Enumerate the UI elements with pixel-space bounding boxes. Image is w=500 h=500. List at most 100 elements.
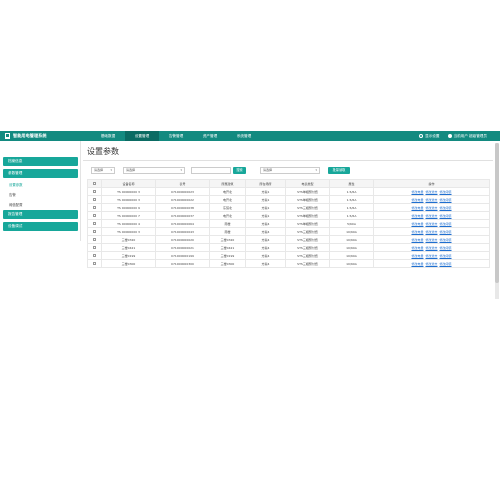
table-cell: 071000000038: [155, 203, 210, 212]
table-cell: STS三相预付费: [285, 251, 330, 260]
edit-threshold-link[interactable]: 修改阈值: [440, 206, 452, 210]
edit-energy-link[interactable]: 修改电量: [411, 198, 423, 202]
table-cell: STS单相预付费: [285, 195, 330, 204]
nav-item-alarms[interactable]: 告警管理: [159, 131, 193, 141]
scrollbar-thumb[interactable]: [495, 143, 499, 283]
edit-overdraft-link[interactable]: 修改透支: [425, 190, 437, 194]
sidebar-item-device-debug[interactable]: 设备调试: [3, 222, 78, 231]
row-select-cell[interactable]: [87, 227, 102, 236]
edit-threshold-link[interactable]: 修改阈值: [440, 222, 452, 226]
filter-select-3[interactable]: 请选择 ▾: [260, 167, 320, 174]
table-cell: 071000000300: [155, 259, 210, 268]
edit-overdraft-link[interactable]: 修改透支: [425, 198, 437, 202]
sidebar-item-reports[interactable]: 报告管理: [3, 210, 78, 219]
edit-threshold-link[interactable]: 修改阈值: [440, 246, 452, 250]
edit-threshold-link[interactable]: 修改阈值: [440, 198, 452, 202]
search-input[interactable]: [191, 167, 231, 174]
sidebar-subitem-threshold[interactable]: 阈值配置: [9, 202, 23, 207]
sidebar-item-archives[interactable]: 档案信息: [3, 157, 78, 166]
row-select-cell[interactable]: [87, 203, 102, 212]
edit-energy-link[interactable]: 修改电量: [411, 190, 423, 194]
filter-select-1[interactable]: 请选择 ▾: [91, 167, 115, 174]
edit-energy-link[interactable]: 修改电量: [411, 254, 423, 258]
edit-energy-link[interactable]: 修改电量: [411, 238, 423, 242]
table-cell: STS三相预付费: [285, 259, 330, 268]
nav-item-system[interactable]: 系统管理: [227, 131, 261, 141]
row-actions: 修改电量 修改透支 修改阈值: [373, 251, 490, 260]
column-header: 表号: [155, 179, 210, 188]
edit-threshold-link[interactable]: 修改阈值: [440, 190, 452, 194]
edit-overdraft-link[interactable]: 修改透支: [425, 214, 437, 218]
scrollbar[interactable]: [495, 143, 499, 299]
table-cell: 电开北: [209, 211, 246, 220]
table-cell: 方案1: [245, 203, 286, 212]
display-settings-label: 显示设置: [425, 133, 440, 138]
select-all-cell[interactable]: [87, 179, 102, 188]
row-select-cell[interactable]: [87, 211, 102, 220]
table-cell: 071000000022: [155, 195, 210, 204]
row-checkbox[interactable]: [93, 254, 96, 257]
table-cell: 10/60A: [329, 251, 374, 260]
edit-threshold-link[interactable]: 修改阈值: [440, 238, 452, 242]
edit-overdraft-link[interactable]: 修改透支: [425, 254, 437, 258]
edit-energy-link[interactable]: 修改电量: [411, 206, 423, 210]
page-title: 设置参数: [87, 147, 119, 156]
edit-energy-link[interactable]: 修改电量: [411, 214, 423, 218]
edit-threshold-link[interactable]: 修改阈值: [440, 214, 452, 218]
column-header: 属性: [329, 179, 374, 188]
row-select-cell[interactable]: [87, 251, 102, 260]
table-cell: STS单相预付费: [285, 187, 330, 196]
user-menu[interactable]: 当前用户 超级管理员: [447, 134, 487, 139]
table-cell: STS三相预付费: [285, 227, 330, 236]
row-checkbox[interactable]: [93, 238, 96, 241]
table-cell: STS三相预付费: [285, 243, 330, 252]
row-checkbox[interactable]: [93, 190, 96, 193]
row-checkbox[interactable]: [93, 206, 96, 209]
edit-energy-link[interactable]: 修改电量: [411, 262, 423, 266]
row-select-cell[interactable]: [87, 243, 102, 252]
sidebar-item-parameters[interactable]: 参数管理: [3, 169, 78, 178]
edit-overdraft-link[interactable]: 修改透支: [425, 222, 437, 226]
edit-overdraft-link[interactable]: 修改透支: [425, 262, 437, 266]
row-select-cell[interactable]: [87, 235, 102, 244]
row-select-cell[interactable]: [87, 259, 102, 268]
table-cell: 电开北: [209, 187, 246, 196]
edit-threshold-link[interactable]: 修改阈值: [440, 254, 452, 258]
row-checkbox[interactable]: [93, 222, 96, 225]
select-all-checkbox[interactable]: [93, 182, 96, 185]
table-cell: 三楼0320: [101, 235, 156, 244]
row-select-cell[interactable]: [87, 187, 102, 196]
row-select-cell[interactable]: [87, 195, 102, 204]
row-checkbox[interactable]: [93, 214, 96, 217]
edit-overdraft-link[interactable]: 修改透支: [425, 246, 437, 250]
search-button[interactable]: 搜索: [233, 167, 246, 174]
batch-read-button[interactable]: 批量读取: [328, 167, 350, 174]
sidebar-subitem-set-parameters[interactable]: 设置参数: [9, 182, 23, 187]
row-select-cell[interactable]: [87, 219, 102, 228]
row-checkbox[interactable]: [93, 198, 96, 201]
edit-overdraft-link[interactable]: 修改透支: [425, 238, 437, 242]
edit-energy-link[interactable]: 修改电量: [411, 246, 423, 250]
edit-threshold-link[interactable]: 修改阈值: [440, 230, 452, 234]
nav-item-assets[interactable]: 资产管理: [193, 131, 227, 141]
edit-threshold-link[interactable]: 修改阈值: [440, 262, 452, 266]
table-cell: 三楼0320: [209, 235, 246, 244]
row-checkbox[interactable]: [93, 246, 96, 249]
table-cell: 三楼0300: [209, 259, 246, 268]
row-checkbox[interactable]: [93, 230, 96, 233]
table-row: TS 00000000 3 071000000022 电开北 方案1 STS单相预付费 1…: [87, 195, 490, 204]
chevron-down-icon: ▾: [315, 168, 317, 172]
column-header: 所属建筑: [209, 179, 246, 188]
row-checkbox[interactable]: [93, 262, 96, 265]
edit-energy-link[interactable]: 修改电量: [411, 230, 423, 234]
edit-overdraft-link[interactable]: 修改透支: [425, 230, 437, 234]
table-cell: 071000000037: [155, 211, 210, 220]
display-settings-button[interactable]: 显示设置: [419, 133, 440, 139]
nav-item-settings[interactable]: 设置管理: [125, 131, 159, 141]
nav-item-basic-data[interactable]: 基础数据: [91, 131, 125, 141]
sidebar-subitem-alarm[interactable]: 告警: [9, 192, 16, 197]
edit-overdraft-link[interactable]: 修改透支: [425, 206, 437, 210]
filter-select-2[interactable]: 请选择 ▾: [123, 167, 185, 174]
edit-energy-link[interactable]: 修改电量: [411, 222, 423, 226]
table-cell: 方案1: [245, 195, 286, 204]
